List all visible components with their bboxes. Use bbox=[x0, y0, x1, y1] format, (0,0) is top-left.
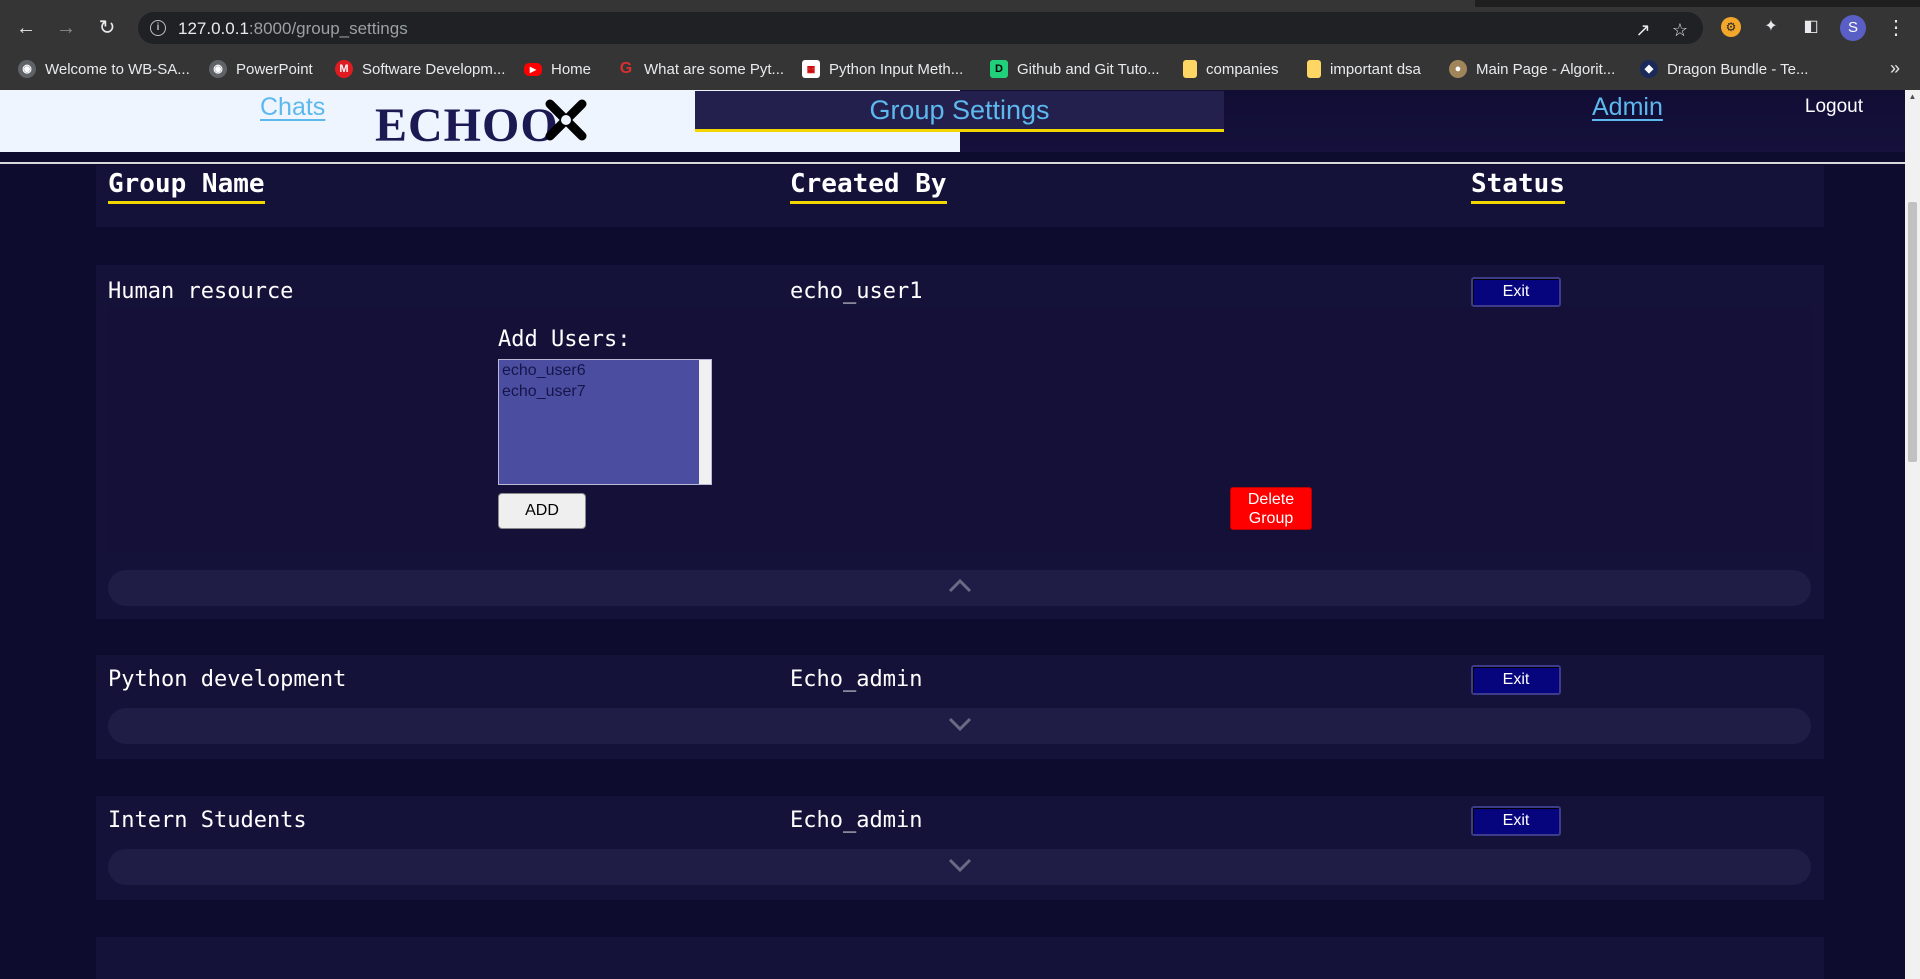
nav-group-settings-label: Group Settings bbox=[869, 95, 1050, 125]
bookmark-label: Main Page - Algorit... bbox=[1476, 60, 1616, 78]
bookmark-label: Python Input Meth... bbox=[829, 60, 964, 78]
page-scrollbar[interactable]: ▲ bbox=[1905, 90, 1920, 979]
bookmark-item[interactable]: D Github and Git Tuto... bbox=[990, 58, 1160, 80]
bookmark-item[interactable]: important dsa bbox=[1307, 58, 1421, 80]
group-created-by: echo_user1 bbox=[790, 279, 923, 304]
add-users-label: Add Users: bbox=[498, 327, 631, 352]
bookmark-item[interactable]: ● Main Page - Algorit... bbox=[1449, 58, 1615, 80]
nav-divider bbox=[0, 162, 1905, 164]
group-row: Human resource echo_user1 Exit Add Users… bbox=[96, 265, 1824, 619]
exit-group-button[interactable]: Exit bbox=[1471, 806, 1561, 836]
profile-avatar[interactable]: S bbox=[1840, 15, 1866, 41]
dragon-icon: ◆ bbox=[1640, 60, 1658, 78]
folder-icon bbox=[1307, 60, 1321, 78]
share-icon[interactable]: ↗ bbox=[1632, 19, 1654, 41]
globe-icon: ◉ bbox=[18, 60, 36, 78]
algo-icon: ● bbox=[1449, 60, 1467, 78]
address-url[interactable]: 127.0.0.1:8000/group_settings bbox=[178, 19, 408, 39]
user-option[interactable]: echo_user6 bbox=[499, 360, 711, 381]
group-name: Intern Students bbox=[108, 808, 307, 833]
group-name: Human resource bbox=[108, 279, 294, 304]
add-users-select[interactable]: echo_user6 echo_user7 bbox=[498, 359, 712, 485]
group-row: Intern Students Echo_admin Exit bbox=[96, 796, 1824, 900]
group-row bbox=[96, 937, 1824, 979]
expand-toggle[interactable] bbox=[108, 708, 1811, 744]
header-created-by: Created By bbox=[790, 169, 947, 204]
bookmarks-bar: ◉ Welcome to WB-SA... ◉ PowerPoint M Softwa… bbox=[0, 48, 1920, 91]
extensions-puzzle-icon[interactable]: ✦ bbox=[1760, 16, 1782, 38]
bookmark-item[interactable]: companies bbox=[1183, 58, 1279, 80]
bookmark-label: PowerPoint bbox=[236, 60, 313, 78]
nav-chats[interactable]: Chats bbox=[260, 93, 325, 122]
scrollbar-thumb[interactable] bbox=[1908, 202, 1917, 462]
page: ECHOO Logout Chats Group Settings Admin … bbox=[0, 90, 1920, 979]
group-name: Python development bbox=[108, 667, 347, 692]
bookmark-item[interactable]: ◆ Dragon Bundle - Te... bbox=[1640, 58, 1808, 80]
bookmark-item[interactable]: G What are some Pyt... bbox=[617, 58, 784, 80]
nav-admin[interactable]: Admin bbox=[1592, 93, 1663, 122]
browser-tab-strip bbox=[0, 0, 1920, 7]
header-status: Status bbox=[1471, 169, 1565, 204]
dc-icon: D bbox=[990, 60, 1008, 78]
bookmark-label: Github and Git Tuto... bbox=[1017, 60, 1160, 78]
site-info-icon[interactable]: i bbox=[150, 20, 166, 36]
nav-group-settings[interactable]: Group Settings bbox=[695, 91, 1224, 132]
bookmark-label: Software Developm... bbox=[362, 60, 506, 78]
m-logo-icon: M bbox=[335, 60, 353, 78]
bookmark-label: important dsa bbox=[1330, 60, 1421, 78]
bookmark-item[interactable]: ▶ Home bbox=[524, 58, 591, 80]
user-option[interactable]: echo_user7 bbox=[499, 381, 711, 402]
side-panel-icon[interactable]: ◧ bbox=[1800, 16, 1822, 38]
bookmark-label: companies bbox=[1206, 60, 1279, 78]
bookmark-label: Welcome to WB-SA... bbox=[45, 60, 190, 78]
chevron-down-icon bbox=[948, 717, 971, 732]
delete-label-line1: Delete bbox=[1247, 491, 1295, 508]
delete-group-button[interactable]: Delete Group bbox=[1230, 487, 1312, 530]
back-arrow-icon[interactable]: ← bbox=[13, 15, 39, 41]
bookmark-label: Home bbox=[551, 60, 592, 78]
youtube-icon: ▶ bbox=[524, 62, 542, 76]
browser-toolbar: ← → ↻ i 127.0.0.1:8000/group_settings ↗ … bbox=[0, 7, 1920, 48]
group-details-panel: Add Users: echo_user6 echo_user7 ADD Del… bbox=[108, 307, 1811, 553]
bookmark-item[interactable]: M Software Developm... bbox=[335, 58, 505, 80]
bookmark-item[interactable]: ▦ Python Input Meth... bbox=[802, 58, 963, 80]
forward-arrow-icon[interactable]: → bbox=[53, 15, 79, 41]
globe-icon: ◉ bbox=[209, 60, 227, 78]
table-header-row: Group Name Created By Status bbox=[96, 165, 1824, 227]
chevron-up-icon bbox=[948, 578, 971, 593]
group-created-by: Echo_admin bbox=[790, 667, 923, 692]
expand-toggle[interactable] bbox=[108, 849, 1811, 885]
collapse-toggle[interactable] bbox=[108, 570, 1811, 606]
groups-table: Group Name Created By Status Human resou… bbox=[0, 165, 1905, 979]
exit-group-button[interactable]: Exit bbox=[1471, 665, 1561, 695]
chevron-down-icon bbox=[948, 858, 971, 873]
bookmark-label: What are some Pyt... bbox=[644, 60, 785, 78]
page-icon: ▦ bbox=[802, 60, 820, 78]
more-bookmarks-icon[interactable]: » bbox=[1890, 58, 1900, 79]
delete-label-line2: Group bbox=[1248, 510, 1294, 527]
quora-icon: G bbox=[619, 60, 633, 77]
bookmark-star-icon[interactable]: ☆ bbox=[1669, 19, 1691, 41]
browser-menu-icon[interactable]: ⋮ bbox=[1886, 15, 1906, 41]
scroll-up-icon[interactable]: ▲ bbox=[1905, 92, 1920, 101]
bookmark-label: Dragon Bundle - Te... bbox=[1667, 60, 1809, 78]
folder-icon bbox=[1183, 60, 1197, 78]
header-group-name: Group Name bbox=[108, 169, 265, 204]
exit-group-button[interactable]: Exit bbox=[1471, 277, 1561, 307]
reload-icon[interactable]: ↻ bbox=[94, 15, 120, 41]
group-created-by: Echo_admin bbox=[790, 808, 923, 833]
add-users-button[interactable]: ADD bbox=[498, 493, 586, 529]
bookmark-item[interactable]: ◉ Welcome to WB-SA... bbox=[18, 58, 190, 80]
address-bar[interactable]: i 127.0.0.1:8000/group_settings ↗ ☆ bbox=[138, 12, 1703, 44]
select-scrollbar[interactable] bbox=[699, 360, 711, 484]
group-row: Python development Echo_admin Exit bbox=[96, 655, 1824, 759]
bookmark-item[interactable]: ◉ PowerPoint bbox=[209, 58, 313, 80]
main-nav: Chats Group Settings Admin bbox=[0, 90, 1905, 164]
browser-active-tab[interactable] bbox=[0, 0, 1475, 7]
extension-orange-icon[interactable]: ⚙ bbox=[1721, 17, 1741, 37]
